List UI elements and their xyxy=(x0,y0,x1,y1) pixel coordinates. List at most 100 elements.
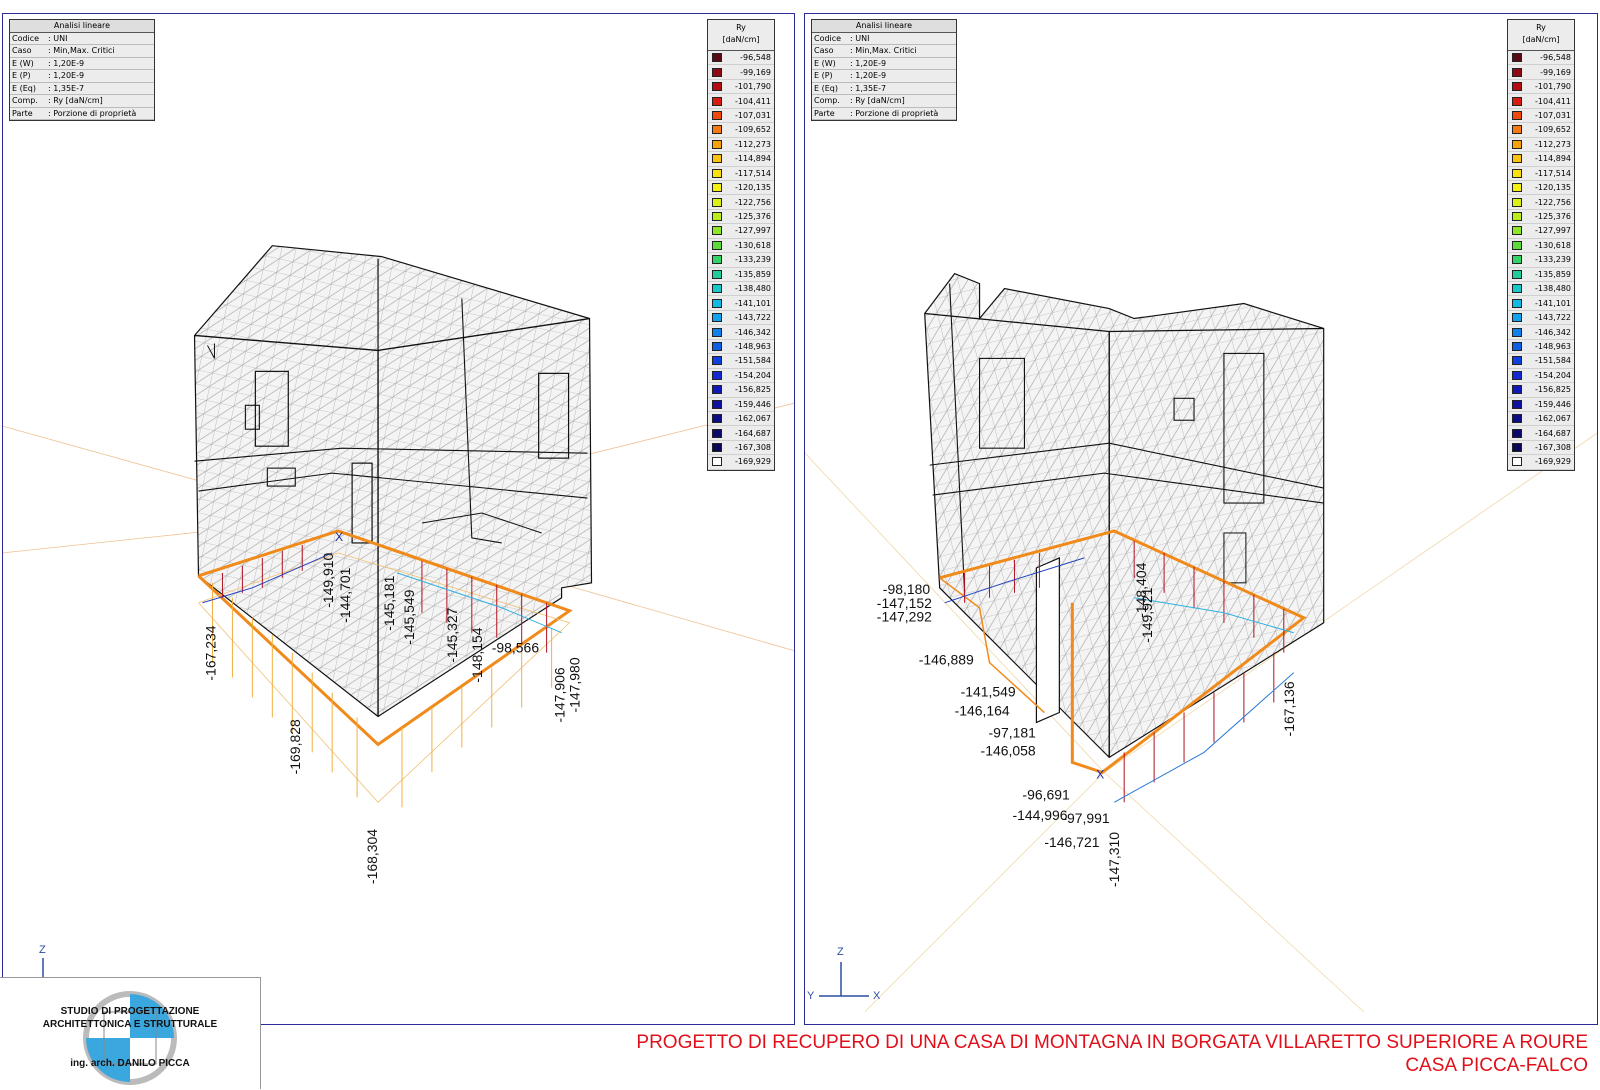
legend-value: -154,204 xyxy=(735,370,771,380)
legend-value: -156,825 xyxy=(1535,385,1571,395)
viewport-left[interactable]: X -149,910 -144,701 -145,181 -145,549 -1… xyxy=(2,13,795,1025)
info-box-row: E (W): 1,20E-9 xyxy=(812,58,956,70)
info-box-title: Analisi lineare xyxy=(10,20,154,33)
axis-indicator-icon xyxy=(42,958,44,978)
legend-value: -104,411 xyxy=(1535,96,1571,106)
legend-entry: -138,480 xyxy=(708,282,774,297)
info-box-row: Parte: Porzione di proprietà xyxy=(812,108,956,120)
analysis-info-box: Analisi lineare Codice: UNI Caso: Min,Max… xyxy=(811,19,957,121)
legend-value: -130,618 xyxy=(735,240,771,250)
legend-entry: -133,239 xyxy=(708,253,774,268)
info-box-rows: Codice: UNI Caso: Min,Max. Critici E (W): … xyxy=(10,33,154,120)
legend-swatch xyxy=(712,298,722,308)
legend-swatch xyxy=(1512,139,1522,149)
value-label: -167,136 xyxy=(1281,681,1297,736)
info-key: Codice xyxy=(814,33,842,43)
legend-swatch xyxy=(712,125,722,135)
legend-entry: -169,929 xyxy=(1508,455,1574,470)
info-value: : 1,20E-9 xyxy=(48,58,85,68)
legend-entry: -143,722 xyxy=(708,311,774,326)
legend-swatch xyxy=(712,414,722,424)
legend-value: -148,963 xyxy=(735,341,771,351)
legend-entry: -104,411 xyxy=(1508,94,1574,109)
legend-entry: -96,548 xyxy=(708,51,774,66)
legend-value: -112,273 xyxy=(1535,139,1571,149)
value-label: -145,327 xyxy=(444,607,460,662)
legend-swatch xyxy=(1512,212,1522,222)
legend-value: -109,652 xyxy=(1535,125,1571,135)
legend-entry: -141,101 xyxy=(1508,296,1574,311)
axis-z-label: Z xyxy=(39,944,46,956)
info-value: : 1,20E-9 xyxy=(850,71,887,80)
legend-entry: -169,929 xyxy=(708,455,774,470)
legend-value: -133,239 xyxy=(1535,255,1571,265)
legend-entry: -151,584 xyxy=(708,354,774,369)
legend-entry: -151,584 xyxy=(1508,354,1574,369)
legend-entry: -114,894 xyxy=(708,152,774,167)
legend-entry: -135,859 xyxy=(708,268,774,282)
info-value: : 1,35E-7 xyxy=(48,83,85,93)
legend-value: -122,756 xyxy=(1535,197,1571,207)
value-label: -147,292 xyxy=(877,609,932,625)
legend-value: -143,722 xyxy=(735,313,771,323)
info-value: : Min,Max. Critici xyxy=(48,46,115,55)
legend-swatch xyxy=(1512,110,1522,120)
info-key: Parte xyxy=(12,108,33,118)
info-value: : 1,35E-7 xyxy=(850,83,887,93)
info-box-rows: Codice: UNI Caso: Min,Max. Critici E (W): … xyxy=(812,33,956,120)
legend-value: -143,722 xyxy=(1535,313,1571,323)
legend-entry: -99,169 xyxy=(1508,65,1574,80)
info-value: : Porzione di proprietà xyxy=(850,108,939,118)
legend-value: -125,376 xyxy=(1535,212,1571,222)
legend-swatch xyxy=(1512,428,1522,438)
legend-entry: -107,031 xyxy=(1508,109,1574,124)
info-box-row: E (W): 1,20E-9 xyxy=(10,58,154,70)
value-label: -168,304 xyxy=(364,829,380,884)
info-box-row: Parte : Porzione di proprietà xyxy=(10,108,154,120)
legend-swatch xyxy=(1512,370,1522,380)
legend-value: -148,963 xyxy=(1535,341,1571,351)
logo-line2: ARCHITETTONICA E STRUTTURALE xyxy=(42,1019,218,1030)
legend-swatch xyxy=(712,53,722,63)
viewport-right[interactable]: X -98,180 -147,152 -147,292 -146,889 -14… xyxy=(804,13,1598,1025)
legend-swatch xyxy=(1512,53,1522,63)
legend-value: -96,548 xyxy=(740,53,771,63)
legend-entry: -117,514 xyxy=(1508,167,1574,181)
legend-swatch xyxy=(712,443,722,453)
value-label: -144,701 xyxy=(337,567,353,622)
legend-entry: -120,135 xyxy=(1508,181,1574,196)
legend-value: -164,687 xyxy=(1535,428,1571,438)
legend-value: -125,376 xyxy=(735,212,771,222)
legend-swatch xyxy=(1512,197,1522,207)
legend-entry: -127,997 xyxy=(1508,224,1574,239)
info-value: : Min,Max. Critici xyxy=(850,46,917,55)
legend-value: -162,067 xyxy=(735,414,771,424)
legend-swatch xyxy=(712,139,722,149)
legend-swatch xyxy=(1512,385,1522,395)
legend-swatch xyxy=(1512,443,1522,453)
legend-entry: -120,135 xyxy=(708,181,774,196)
legend-value: -114,894 xyxy=(1535,154,1571,164)
legend-swatch xyxy=(712,110,722,120)
legend-entry: -148,963 xyxy=(1508,340,1574,355)
value-label: -169,828 xyxy=(287,719,303,774)
legend-value: -141,101 xyxy=(735,298,771,308)
legend-entry: -117,514 xyxy=(708,167,774,181)
legend-value: -107,031 xyxy=(1535,110,1571,120)
info-value: : Porzione di proprietà xyxy=(48,108,137,118)
legend-swatch xyxy=(712,154,722,164)
legend-rows: -96,548 -99,169 -101,790 -104,411 -107,031 -1… xyxy=(708,51,774,470)
legend-title: Ry [daN/cm] xyxy=(708,20,774,51)
info-box-row: Comp.: Ry [daN/cm] xyxy=(10,95,154,108)
legend-entry: -159,446 xyxy=(1508,398,1574,412)
axis-triad-icon xyxy=(819,962,869,997)
value-label: -146,721 xyxy=(1044,834,1099,850)
legend-value: -130,618 xyxy=(1535,240,1571,250)
legend-swatch xyxy=(1512,399,1522,409)
legend-value: -167,308 xyxy=(1535,443,1571,453)
svg-text:X: X xyxy=(335,530,343,544)
legend-entry: -167,308 xyxy=(708,441,774,456)
legend-swatch xyxy=(1512,414,1522,424)
legend-value: -133,239 xyxy=(735,255,771,265)
legend-swatch xyxy=(712,341,722,351)
